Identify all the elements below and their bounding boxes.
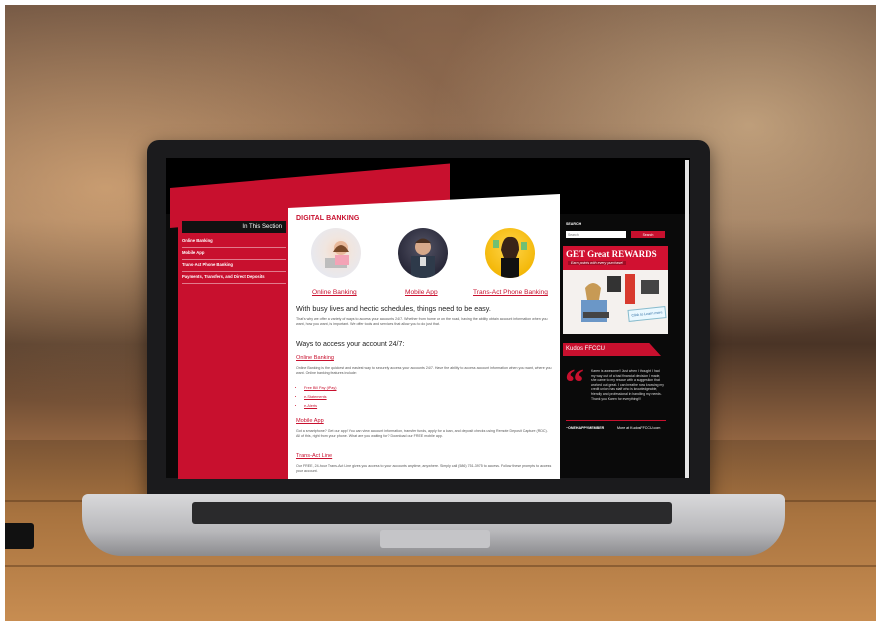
smartphone: [2, 523, 34, 549]
page-title: DIGITAL BANKING: [296, 215, 360, 222]
table-plank-seam: [0, 565, 881, 567]
intro-paragraph: That's why we offer a variety of ways to…: [296, 317, 548, 326]
sidebar-item-payments[interactable]: Payments, Transfers, and Direct Deposits: [182, 272, 286, 284]
online-banking-text: Online Banking is the quickest and easie…: [296, 366, 552, 375]
search-label: SEARCH: [566, 222, 582, 226]
laptop-keyboard: [192, 502, 672, 524]
feature-link-online-banking[interactable]: Online Banking: [312, 289, 357, 296]
mobile-app-text: Got a smartphone? Get our app! You can v…: [296, 429, 548, 438]
trans-act-heading-link[interactable]: Trans-Act Line: [296, 453, 332, 459]
trans-act-text: Our FREE, 24-hour Trans-Act Line gives y…: [296, 464, 552, 473]
sidebar-heading: In This Section: [182, 221, 286, 233]
laptop-trackpad: [380, 530, 490, 548]
search-input[interactable]: [566, 231, 626, 238]
search-button[interactable]: Search: [631, 231, 665, 238]
feature-estatements-link[interactable]: e-Statements: [304, 395, 337, 404]
divider: [566, 420, 666, 421]
scrollbar[interactable]: [685, 160, 689, 478]
testimonial-author: ~ONEHAPPYMEMBER: [566, 426, 605, 430]
feature-ealerts-link[interactable]: e-Alerts: [304, 404, 337, 413]
feature-link-mobile-app[interactable]: Mobile App: [405, 289, 438, 296]
promo-subtitle: Earn points with every purchase!: [568, 261, 627, 265]
feature-bill-pay-link[interactable]: Free Bill Pay (iPay): [304, 386, 337, 395]
kudos-tab: Kudos FFCCU: [563, 343, 661, 356]
sidebar-nav: Online Banking Mobile App Trans-Act Phon…: [182, 236, 286, 284]
sidebar-item-mobile-app[interactable]: Mobile App: [182, 248, 286, 260]
sidebar-item-online-banking[interactable]: Online Banking: [182, 236, 286, 248]
ways-heading: Ways to access your account 24/7:: [296, 341, 405, 348]
quote-icon: “: [565, 362, 584, 404]
mobile-app-heading-link[interactable]: Mobile App: [296, 418, 324, 424]
lead-heading: With busy lives and hectic schedules, th…: [296, 304, 491, 313]
rewards-promo[interactable]: GET Great REWARDS Earn points with every…: [563, 246, 668, 334]
sidebar-item-trans-act[interactable]: Trans-Act Phone Banking: [182, 260, 286, 272]
mobile-app-photo[interactable]: [398, 228, 448, 278]
kudos-more-link[interactable]: More at KudosFFCCU.com: [617, 426, 660, 430]
online-banking-features: Free Bill Pay (iPay) e-Statements e-Aler…: [298, 386, 337, 413]
feature-link-trans-act[interactable]: Trans-Act Phone Banking: [473, 289, 548, 296]
promo-photo: [563, 270, 668, 334]
trans-act-photo[interactable]: [485, 228, 535, 278]
online-banking-heading-link[interactable]: Online Banking: [296, 355, 334, 361]
testimonial-quote: Karen is awesome!! Just when I thought I…: [591, 369, 664, 401]
promo-title: GET Great REWARDS: [566, 249, 657, 259]
online-banking-photo[interactable]: [311, 228, 361, 278]
